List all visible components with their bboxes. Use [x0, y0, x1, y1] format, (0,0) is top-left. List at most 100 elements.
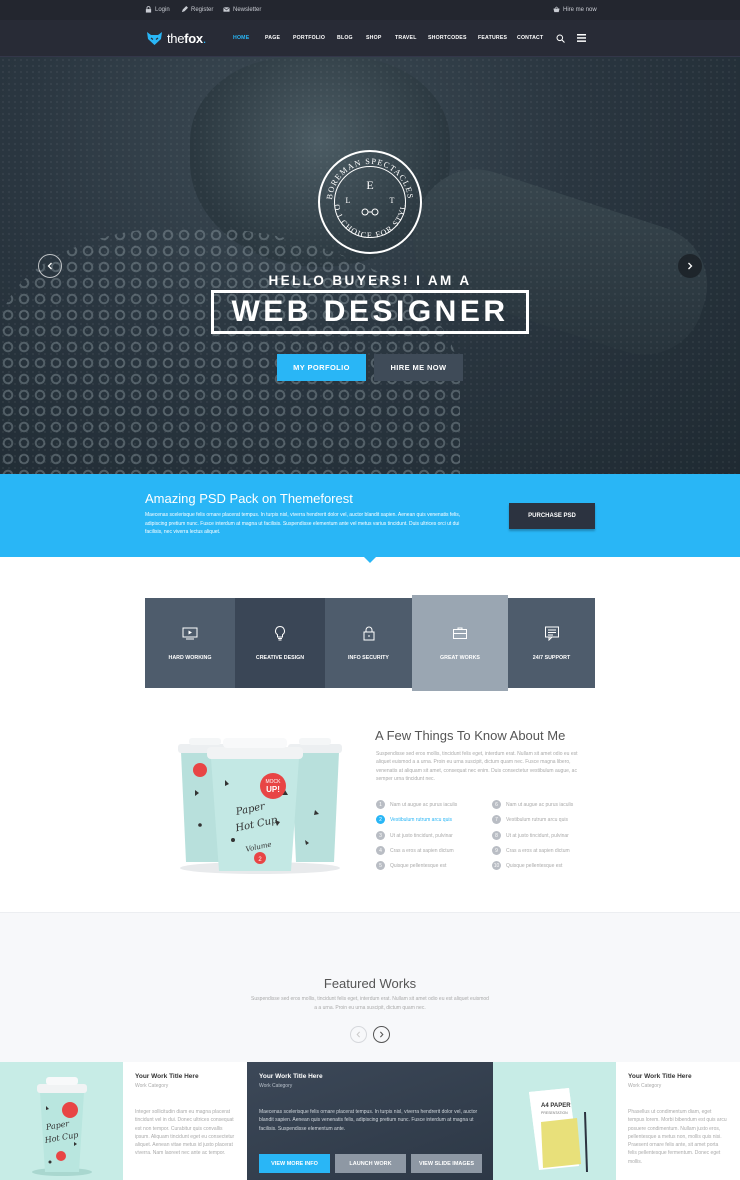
list-item: 9 Cras a eros at sapien dictum	[492, 846, 570, 855]
list-number: 2	[376, 815, 385, 824]
list-number: 10	[492, 861, 501, 870]
featured-works-title: Featured Works	[323, 976, 417, 991]
hamburger-menu-icon[interactable]	[577, 34, 586, 42]
spectacles-badge: BOREMAN SPECTACLES NO 1 CHOICE FOR STYLE…	[318, 150, 422, 254]
svg-text:A4 PAPER: A4 PAPER	[541, 1103, 571, 1109]
list-item: 6 Nam ut augue ac purus iaculis	[492, 800, 573, 809]
nav-item-travel[interactable]: TRAVEL	[395, 35, 417, 41]
nav-item-features[interactable]: FEATURES	[478, 35, 507, 41]
list-number: 8	[492, 831, 501, 840]
briefcase-icon	[453, 627, 467, 639]
work-2-title[interactable]: Your Work Title Here	[259, 1073, 323, 1080]
nav-item-page[interactable]: PAGE	[265, 35, 280, 41]
work-2-text: Maecenas scelerisque felis ornare placer…	[259, 1109, 478, 1132]
purchase-psd-button[interactable]: PURCHASE PSD	[509, 503, 595, 529]
list-item: 5 Quisque pellentesque est	[376, 861, 446, 870]
lock-icon	[145, 6, 152, 13]
feature-label: GREAT WORKS	[440, 655, 480, 661]
a4-paper-thumbnail: A4 PAPER PRESENTATION	[529, 1088, 588, 1173]
chevron-left-icon	[47, 262, 52, 270]
hire-me-link[interactable]: Hire me now	[553, 6, 597, 13]
nav-item-home[interactable]: HOME	[233, 35, 249, 41]
paper-cup-mockup-image: MOCK UP! Paper Hot Cup Volume 2	[178, 738, 342, 874]
glasses-icon	[361, 208, 379, 216]
work-3-category: Work Category	[628, 1083, 662, 1089]
list-item: 10 Quisque pellentesque est	[492, 861, 562, 870]
nav-item-portfolio[interactable]: PORTFOLIO	[293, 35, 325, 41]
chevron-right-icon	[379, 1031, 384, 1038]
chat-icon	[544, 626, 559, 641]
hire-me-now-button[interactable]: HIRE ME NOW	[374, 354, 463, 381]
feature-info-security[interactable]: INFO SECURITY	[325, 598, 412, 688]
list-number: 3	[376, 831, 385, 840]
work-3-text: Phasellus ut condimentum diam, eget temp…	[628, 1109, 727, 1165]
nav-item-shop[interactable]: SHOP	[366, 35, 382, 41]
hero-slider	[0, 57, 740, 474]
list-text: Cras a eros at sapien dictum	[390, 847, 454, 854]
work-1-title[interactable]: Your Work Title Here	[135, 1073, 199, 1080]
chevron-right-icon	[688, 262, 693, 270]
list-number: 6	[492, 800, 501, 809]
list-number: 7	[492, 815, 501, 824]
feature-hard-working[interactable]: HARD WORKING	[145, 598, 235, 688]
feature-label: HARD WORKING	[168, 655, 212, 661]
list-text: Ut at justo tincidunt, pulvinar	[506, 832, 569, 839]
featured-works-text: Suspendisse sed eros mollis, tincidunt f…	[251, 996, 489, 1011]
view-more-info-button[interactable]: VIEW MORE INFO	[259, 1154, 330, 1173]
lock-icon	[363, 626, 374, 641]
feature-creative-design[interactable]: CREATIVE DESIGN	[235, 598, 325, 688]
login-label: Login	[155, 6, 170, 13]
promo-text: Maecenas scelerisque felis ornare placer…	[145, 512, 461, 535]
search-icon[interactable]	[556, 34, 565, 43]
top-bar: Login Register Newsletter Hire me now	[0, 0, 740, 20]
work-1-image[interactable]: Paper Hot Cup	[0, 1062, 123, 1180]
register-link[interactable]: Register	[181, 6, 213, 13]
nav-item-blog[interactable]: BLOG	[337, 35, 353, 41]
hire-me-label: Hire me now	[563, 6, 597, 13]
my-portfolio-button[interactable]: MY PORFOLIO	[277, 354, 366, 381]
work-3-image[interactable]: A4 PAPER PRESENTATION	[493, 1062, 616, 1180]
chevron-left-icon	[356, 1031, 361, 1038]
paper-cup-thumbnail: Paper Hot Cup	[32, 1077, 92, 1176]
logo-text-bold: fox	[184, 31, 203, 46]
list-text[interactable]: Vestibulum rutrum arcu quis	[390, 817, 452, 823]
promo-band-pointer	[364, 557, 376, 563]
logo-text-light: the	[167, 31, 185, 46]
work-1-category: Work Category	[135, 1083, 169, 1089]
newsletter-link[interactable]: Newsletter	[223, 6, 261, 13]
list-item: 8 Ut at justo tincidunt, pulvinar	[492, 831, 569, 840]
feature-label: 24/7 SUPPORT	[532, 655, 571, 661]
badge-letter-t: T	[389, 196, 395, 205]
hero-greeting: HELLO BUYERS! I AM A	[268, 273, 472, 288]
login-link[interactable]: Login	[145, 6, 170, 13]
envelope-icon	[223, 7, 230, 12]
feature-label: INFO SECURITY	[348, 655, 389, 661]
logo-dot: .	[202, 31, 207, 46]
list-text: Quisque pellentesque est	[390, 862, 447, 869]
work-3-title[interactable]: Your Work Title Here	[628, 1073, 692, 1080]
works-prev-button[interactable]	[350, 1026, 367, 1043]
list-text: Cras a eros at sapien dictum	[506, 847, 570, 854]
site-logo[interactable]: thefox.	[146, 31, 206, 46]
video-icon	[182, 627, 198, 640]
feature-support[interactable]: 24/7 SUPPORT	[508, 598, 595, 688]
fox-logo-icon	[147, 32, 162, 45]
list-text: Nam ut augue ac purus iaculis	[506, 801, 574, 808]
works-next-button[interactable]	[373, 1026, 390, 1043]
view-slide-images-button[interactable]: VIEW SLIDE IMAGES	[411, 1154, 482, 1173]
hero-headline: WEB DESIGNER	[211, 290, 529, 334]
list-number: 4	[376, 846, 385, 855]
list-item-highlighted[interactable]: 2 Vestibulum rutrum arcu quis	[376, 815, 452, 824]
badge-letter-e: E	[366, 178, 374, 192]
list-number: 5	[376, 861, 385, 870]
register-label: Register	[191, 6, 214, 13]
newsletter-label: Newsletter	[233, 6, 262, 13]
hero-dot-overlay	[0, 57, 740, 474]
launch-work-button[interactable]: LAUNCH WORK	[335, 1154, 406, 1173]
list-text: Quisque pellentesque est	[506, 862, 563, 869]
nav-item-shortcodes[interactable]: SHORTCODES	[428, 35, 467, 41]
feature-label: CREATIVE DESIGN	[255, 655, 305, 661]
feature-great-works[interactable]: GREAT WORKS	[412, 595, 508, 691]
list-item: 1 Nam ut augue ac purus iaculis	[376, 800, 457, 809]
nav-item-contact[interactable]: CONTACT	[517, 35, 543, 41]
